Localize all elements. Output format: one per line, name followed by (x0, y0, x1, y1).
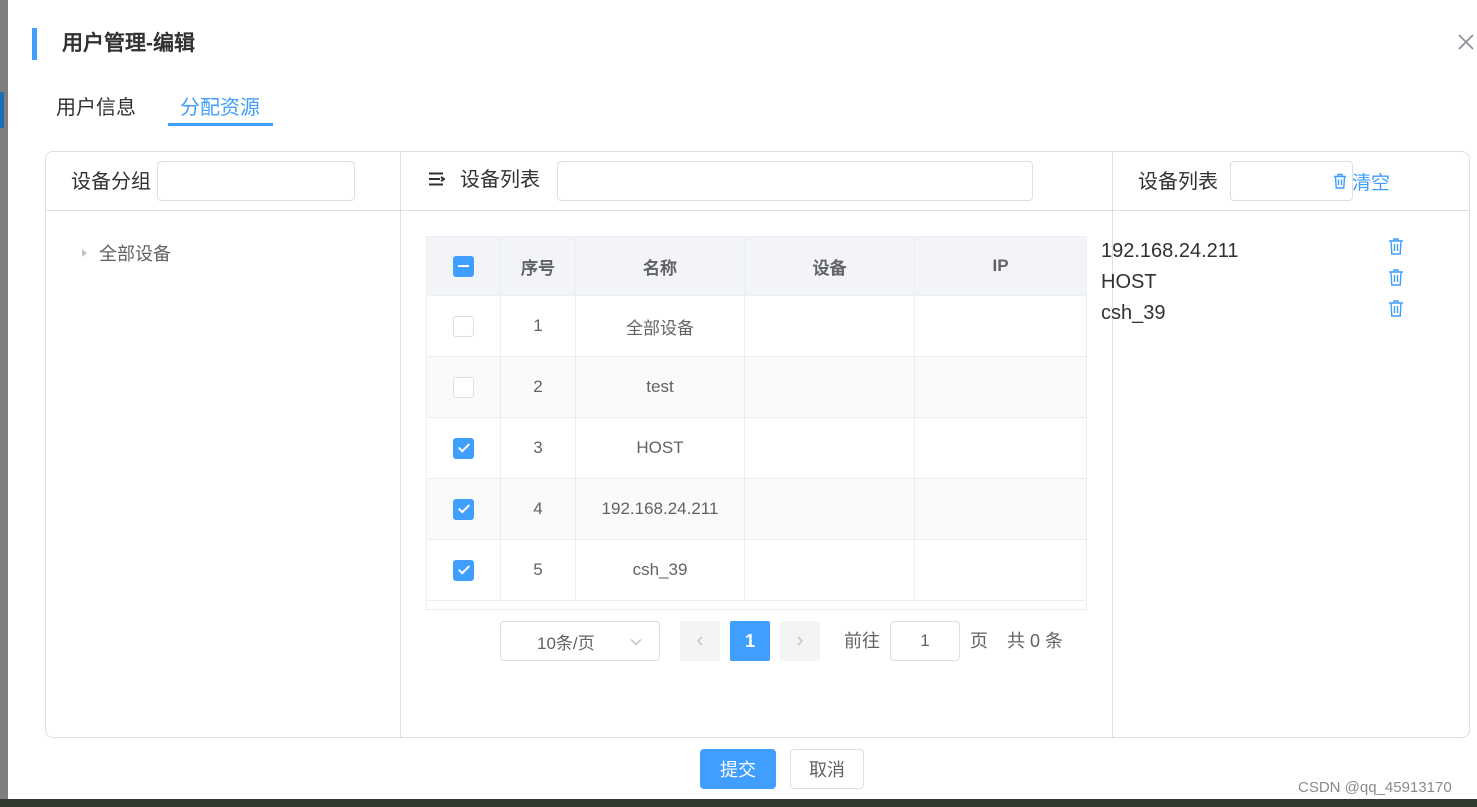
tree-caret-icon[interactable] (82, 249, 87, 257)
page-unit-label: 页 (970, 631, 988, 651)
tree-node-label: 全部设备 (99, 244, 171, 264)
cancel-button[interactable]: 取消 (790, 749, 864, 789)
row-ip (915, 540, 1086, 600)
header-select-cell (427, 237, 501, 295)
table-row[interactable]: 3 HOST (427, 418, 1086, 479)
clear-all-button[interactable]: 清空 (1331, 168, 1390, 194)
row-checkbox[interactable] (453, 559, 474, 581)
clear-all-label: 清空 (1352, 172, 1391, 194)
select-all-checkbox[interactable] (453, 255, 474, 277)
resource-panel: 设备分组 全部设备 设备列表 序号 名称 设备 IP 1 全部设备 2 test… (45, 151, 1470, 738)
tab-assign-resources[interactable]: 分配资源 (180, 92, 260, 124)
submit-button[interactable]: 提交 (700, 749, 776, 789)
device-search-input[interactable] (557, 161, 1033, 201)
selected-item: HOST (1101, 271, 1157, 293)
row-index: 2 (501, 357, 576, 417)
row-checkbox[interactable] (453, 437, 474, 459)
selected-list-label: 设备列表 (1138, 171, 1218, 193)
chevron-right-icon (797, 636, 804, 646)
tree-node-all-devices[interactable]: 全部设备 (82, 240, 171, 264)
table-row[interactable]: 5 csh_39 (427, 540, 1086, 601)
trash-icon (1334, 173, 1346, 189)
tab-user-info[interactable]: 用户信息 (56, 92, 136, 124)
row-checkbox[interactable] (453, 498, 474, 520)
row-name: csh_39 (576, 540, 745, 600)
edit-user-dialog: 用户管理-编辑 用户信息 分配资源 设备分组 全部设备 设备列表 序号 名称 设… (8, 0, 1477, 799)
active-tab-indicator (168, 123, 273, 126)
row-device (745, 418, 915, 478)
table-row[interactable]: 4 192.168.24.211 (427, 479, 1086, 540)
row-index: 5 (501, 540, 576, 600)
row-index: 1 (501, 296, 576, 356)
row-index: 4 (501, 479, 576, 539)
row-name: test (576, 357, 745, 417)
row-checkbox[interactable] (453, 376, 474, 398)
dialog-title: 用户管理-编辑 (62, 32, 195, 55)
watermark-text: CSDN @qq_45913170 (1298, 779, 1452, 796)
header-name[interactable]: 名称 (576, 237, 745, 295)
prev-page-button[interactable] (680, 621, 720, 661)
selected-item: csh_39 (1101, 302, 1166, 324)
next-page-button[interactable] (780, 621, 820, 661)
row-select-cell (427, 357, 501, 417)
row-checkbox[interactable] (453, 315, 474, 337)
row-ip (915, 357, 1086, 417)
indeterminate-icon (458, 265, 469, 267)
check-icon (457, 501, 470, 514)
page-number-current[interactable]: 1 (730, 621, 770, 661)
row-index: 3 (501, 418, 576, 478)
page-size-value: 10条/页 (537, 633, 595, 653)
row-device (745, 296, 915, 356)
row-name: 全部设备 (576, 296, 745, 356)
device-table: 序号 名称 设备 IP 1 全部设备 2 test 3 HOST 4 192.1… (426, 236, 1087, 610)
row-name: HOST (576, 418, 745, 478)
header-index[interactable]: 序号 (501, 237, 576, 295)
row-device (745, 540, 915, 600)
row-select-cell (427, 479, 501, 539)
list-menu-icon (429, 172, 446, 186)
goto-page-input[interactable] (890, 621, 960, 661)
row-select-cell (427, 296, 501, 356)
remove-item-trash-icon[interactable] (1386, 298, 1406, 318)
check-icon (457, 440, 470, 453)
close-icon[interactable] (1454, 30, 1477, 54)
goto-label: 前往 (844, 631, 880, 651)
device-list-label: 设备列表 (460, 169, 540, 191)
table-row[interactable]: 1 全部设备 (427, 296, 1086, 357)
header-device[interactable]: 设备 (745, 237, 915, 295)
selected-item: 192.168.24.211 (1101, 240, 1239, 262)
total-count: 共 0 条 (1007, 631, 1064, 651)
row-select-cell (427, 418, 501, 478)
background-sidebar-highlight (0, 92, 4, 128)
row-device (745, 479, 915, 539)
check-icon (457, 562, 470, 575)
table-header-row: 序号 名称 设备 IP (427, 237, 1086, 296)
row-ip (915, 296, 1086, 356)
row-ip (915, 479, 1086, 539)
chevron-left-icon (696, 636, 703, 646)
row-device (745, 357, 915, 417)
title-accent-bar (32, 28, 37, 60)
table-row[interactable]: 2 test (427, 357, 1086, 418)
column-divider (400, 152, 401, 737)
group-search-input[interactable] (157, 161, 355, 201)
group-label: 设备分组 (71, 171, 151, 193)
chevron-down-icon (630, 638, 642, 646)
remove-item-trash-icon[interactable] (1386, 236, 1406, 256)
background-bottom-bar (0, 799, 1477, 807)
row-name: 192.168.24.211 (576, 479, 745, 539)
row-ip (915, 418, 1086, 478)
header-ip[interactable]: IP (915, 237, 1086, 295)
background-sidebar (0, 0, 8, 807)
remove-item-trash-icon[interactable] (1386, 267, 1406, 287)
page-size-select[interactable]: 10条/页 (500, 621, 660, 661)
header-divider (46, 210, 1469, 211)
row-select-cell (427, 540, 501, 600)
